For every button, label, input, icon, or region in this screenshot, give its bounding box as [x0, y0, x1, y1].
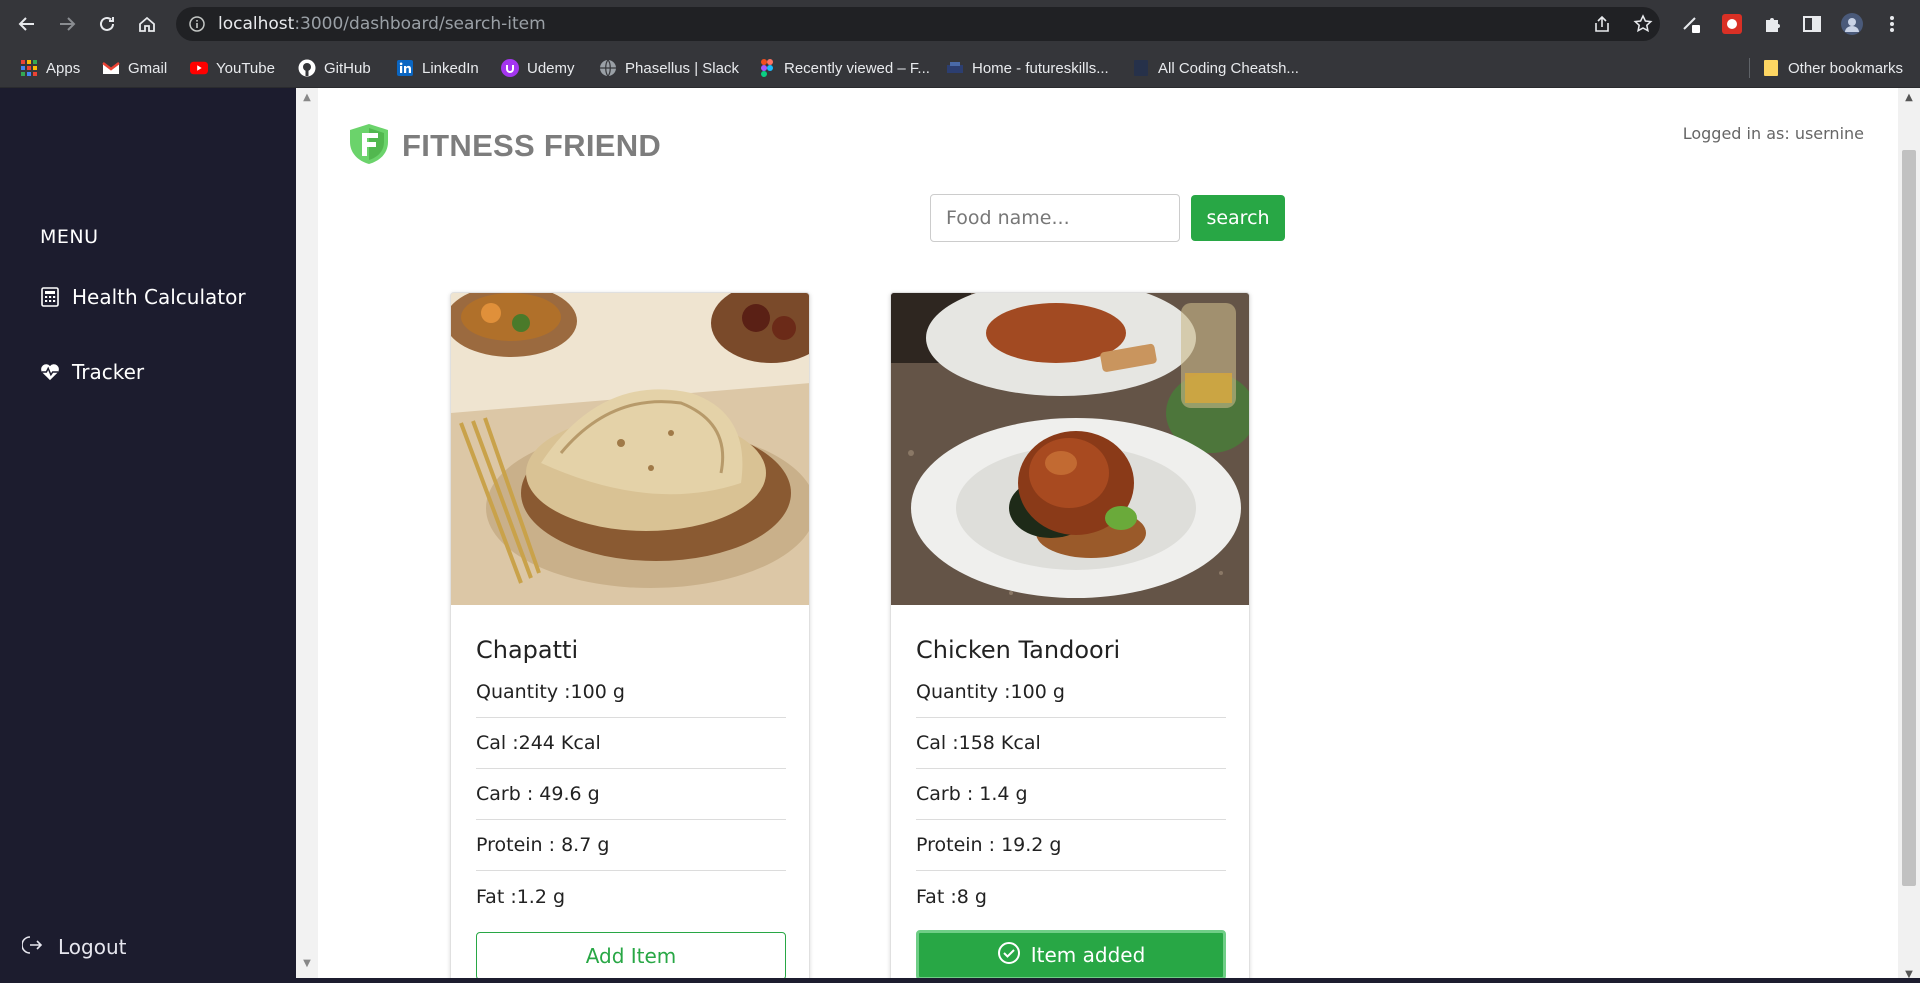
sidebar-item-tracker[interactable]: Tracker [40, 357, 144, 387]
scrollbar-thumb[interactable] [1902, 150, 1916, 886]
item-added-button[interactable]: Item added [916, 930, 1226, 980]
other-bookmarks-label: Other bookmarks [1788, 59, 1904, 77]
app-logo[interactable]: FITNESS FRIEND [346, 122, 661, 170]
bookmark-youtube[interactable]: YouTube [190, 56, 275, 80]
apps-grid-icon [20, 59, 38, 77]
more-menu-icon[interactable] [1880, 12, 1904, 36]
bookmark-label: YouTube [216, 59, 275, 77]
bookmark-slack[interactable]: Phasellus | Slack [599, 56, 739, 80]
food-fat: Fat :8 g [916, 885, 987, 908]
forward-icon[interactable] [55, 12, 79, 36]
linkedin-icon [396, 59, 414, 77]
logo-text: FITNESS FRIEND [402, 128, 662, 163]
extension-red-icon[interactable] [1720, 12, 1744, 36]
food-quantity: Quantity :100 g [916, 667, 1226, 718]
bookmark-label: Phasellus | Slack [625, 59, 739, 77]
reload-icon[interactable] [95, 12, 119, 36]
bookmark-label: All Coding Cheatsh... [1158, 59, 1299, 77]
bottom-edge [0, 978, 1920, 983]
bookmark-label: LinkedIn [422, 59, 479, 77]
other-bookmarks[interactable]: Other bookmarks [1762, 56, 1903, 80]
share-icon[interactable] [1590, 12, 1614, 36]
food-carb: Carb : 49.6 g [476, 769, 786, 820]
food-search-input[interactable] [930, 194, 1180, 242]
logged-in-status: Logged in as: usernine [1682, 124, 1864, 143]
bookmark-figma[interactable]: Recently viewed – F... [758, 56, 930, 80]
inner-scroll-up-icon[interactable]: ▲ [296, 88, 318, 106]
bookmark-cheatsheets[interactable]: All Coding Cheatsh... [1132, 56, 1299, 80]
address-bar[interactable]: localhost:3000/dashboard/search-item [176, 7, 1660, 41]
page-icon [1132, 59, 1150, 77]
extensions-puzzle-icon[interactable] [1760, 12, 1784, 36]
gmail-icon [102, 59, 120, 77]
inner-scroll-down-icon[interactable]: ▼ [296, 954, 318, 972]
item-added-label: Item added [1030, 943, 1146, 967]
globe-icon [599, 59, 617, 77]
youtube-icon [190, 59, 208, 77]
sidebar-item-label: Health Calculator [72, 285, 246, 309]
url-text: localhost:3000/dashboard/search-item [218, 14, 546, 34]
logout-button[interactable]: Logout [21, 932, 127, 962]
logout-label: Logout [58, 935, 127, 959]
chapatti-food-image [451, 293, 809, 605]
check-circle-icon [997, 941, 1021, 970]
profile-avatar-icon[interactable] [1840, 12, 1864, 36]
food-name: Chicken Tandoori [916, 636, 1121, 664]
bookmark-label: Recently viewed – F... [784, 59, 930, 77]
url-path: :3000/dashboard/search-item [294, 14, 546, 34]
fitness-shield-icon [346, 122, 392, 170]
folder-icon [1762, 59, 1780, 77]
food-carb: Carb : 1.4 g [916, 769, 1226, 820]
chicken-tandoori-food-image [891, 293, 1249, 605]
add-item-button[interactable]: Add Item [476, 932, 786, 980]
sidebar: MENU Health Calculator Tracker Logout [0, 88, 296, 983]
bookmark-gmail[interactable]: Gmail [102, 56, 167, 80]
scroll-up-icon[interactable]: ▲ [1898, 88, 1920, 106]
home-icon[interactable] [135, 12, 159, 36]
food-name: Chapatti [476, 636, 579, 664]
bookmark-label: GitHub [324, 59, 371, 77]
side-panel-icon[interactable] [1800, 12, 1824, 36]
food-fat: Fat :1.2 g [476, 885, 566, 908]
food-calories: Cal :244 Kcal [476, 718, 786, 769]
content-area: ▲ ▼ FITNESS FRIEND Logged in as: usernin… [296, 88, 1920, 983]
bookmark-futureskills[interactable]: Home - futureskills... [946, 56, 1109, 80]
food-card-chicken-tandoori: Chicken Tandoori Quantity :100 g Cal :15… [890, 292, 1250, 983]
figma-icon [758, 59, 776, 77]
food-protein: Protein : 8.7 g [476, 820, 786, 871]
main-panel: FITNESS FRIEND Logged in as: usernine se… [318, 88, 1898, 983]
bookmark-label: Udemy [527, 59, 575, 77]
bookmark-github[interactable]: GitHub [298, 56, 371, 80]
food-calories: Cal :158 Kcal [916, 718, 1226, 769]
udemy-icon [501, 59, 519, 77]
bookmark-star-icon[interactable] [1631, 12, 1655, 36]
logout-icon [21, 934, 44, 961]
menu-title: MENU [40, 226, 99, 248]
search-button[interactable]: search [1191, 195, 1285, 241]
bookmark-label: Home - futureskills... [972, 59, 1109, 77]
sidebar-item-label: Tracker [72, 360, 145, 384]
food-quantity: Quantity :100 g [476, 667, 786, 718]
bookmark-label: Gmail [128, 59, 168, 77]
bookmark-udemy[interactable]: Udemy [501, 56, 575, 80]
calculator-icon [40, 287, 60, 307]
bookmark-label: Apps [46, 59, 81, 77]
food-protein: Protein : 19.2 g [916, 820, 1226, 871]
food-card-chapatti: Chapatti Quantity :100 g Cal :244 Kcal C… [450, 292, 810, 983]
github-icon [298, 59, 316, 77]
back-icon[interactable] [15, 12, 39, 36]
bookmarks-divider [1749, 58, 1750, 78]
bookmark-linkedin[interactable]: LinkedIn [396, 56, 479, 80]
bookmark-apps[interactable]: Apps [20, 56, 80, 80]
bookmarks-bar: Apps Gmail YouTube GitHub LinkedIn Udemy [0, 48, 1920, 88]
browser-toolbar: localhost:3000/dashboard/search-item [0, 0, 1920, 48]
url-host: localhost [218, 14, 295, 34]
futureskills-icon [946, 59, 964, 77]
extension-pen-icon[interactable] [1680, 12, 1704, 36]
sidebar-item-health-calculator[interactable]: Health Calculator [40, 282, 246, 312]
heartbeat-icon [40, 362, 60, 382]
page-scrollbar[interactable]: ▲ ▼ [1898, 88, 1920, 983]
site-info-icon[interactable] [188, 15, 206, 33]
